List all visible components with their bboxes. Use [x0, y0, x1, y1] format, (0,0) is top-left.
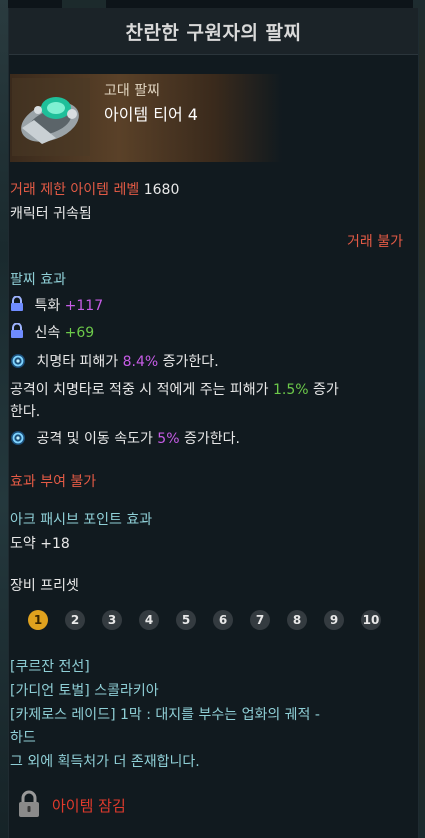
- enchant-status: 효과 부여 불가: [10, 474, 97, 490]
- preset-list: 1 2 3 4 5 6 7 8 9 10: [28, 610, 381, 630]
- stat-row-specialization: 특화 +117: [10, 296, 103, 316]
- item-lock-status: 아이템 잠김: [52, 797, 126, 815]
- effect-crit-hit: 공격이 치명타로 적중 시 적에게 주는 피해가 1.5% 증가: [10, 382, 339, 398]
- preset-button-2[interactable]: 2: [65, 610, 85, 630]
- item-level-row: 거래 제한 아이템 레벨 1680: [10, 180, 179, 200]
- swirl-icon: [11, 431, 25, 445]
- trade-status: 거래 불가: [347, 234, 403, 250]
- stat-row-swiftness: 신속 +69: [10, 323, 94, 343]
- effect-crit-hit-cont: 한다.: [10, 404, 41, 420]
- effect-speed: 공격 및 이동 속도가 5% 증가한다.: [10, 429, 240, 449]
- bound-status: 캐릭터 귀속됨: [10, 206, 92, 222]
- preset-header: 장비 프리셋: [10, 578, 79, 594]
- ark-passive-value: 도약 +18: [10, 536, 70, 552]
- source-line: 하드: [10, 730, 36, 746]
- preset-button-10[interactable]: 10: [361, 610, 381, 630]
- ark-passive-header: 아크 패시브 포인트 효과: [10, 512, 153, 528]
- stat-value: +117: [64, 298, 104, 314]
- stat-name: 특화: [34, 298, 61, 314]
- background-slot-badge: [62, 0, 106, 8]
- effects-header: 팔찌 효과: [10, 272, 66, 288]
- source-line: 그 외에 획득처가 더 존재합니다.: [10, 754, 200, 770]
- lock-icon: [11, 323, 23, 338]
- item-tier: 아이템 티어 4: [104, 105, 198, 124]
- item-level-label: 거래 제한 아이템 레벨: [10, 182, 140, 198]
- effect-crit-damage: 치명타 피해가 8.4% 증가한다.: [10, 352, 219, 372]
- preset-button-5[interactable]: 5: [176, 610, 196, 630]
- background-inventory-left: [0, 0, 8, 838]
- item-level-value: 1680: [143, 182, 180, 198]
- preset-button-6[interactable]: 6: [213, 610, 233, 630]
- item-title: 찬란한 구원자의 팔찌: [9, 8, 418, 55]
- bracelet-icon: [12, 78, 90, 156]
- stat-name: 신속: [34, 325, 61, 341]
- preset-button-7[interactable]: 7: [250, 610, 270, 630]
- padlock-icon: [19, 790, 39, 817]
- lock-icon: [11, 296, 23, 311]
- source-line: [가디언 토벌] 스콜라키아: [10, 683, 159, 699]
- preset-button-8[interactable]: 8: [287, 610, 307, 630]
- preset-button-4[interactable]: 4: [139, 610, 159, 630]
- stat-value: +69: [64, 325, 95, 341]
- preset-button-1[interactable]: 1: [28, 610, 48, 630]
- swirl-icon: [11, 354, 25, 368]
- preset-button-9[interactable]: 9: [324, 610, 344, 630]
- item-grade: 고대 팔찌: [104, 83, 160, 99]
- source-line: [카제로스 레이드] 1막 : 대지를 부수는 업화의 궤적 -: [10, 707, 320, 723]
- preset-button-3[interactable]: 3: [102, 610, 122, 630]
- source-line: [쿠르잔 전선]: [10, 659, 90, 675]
